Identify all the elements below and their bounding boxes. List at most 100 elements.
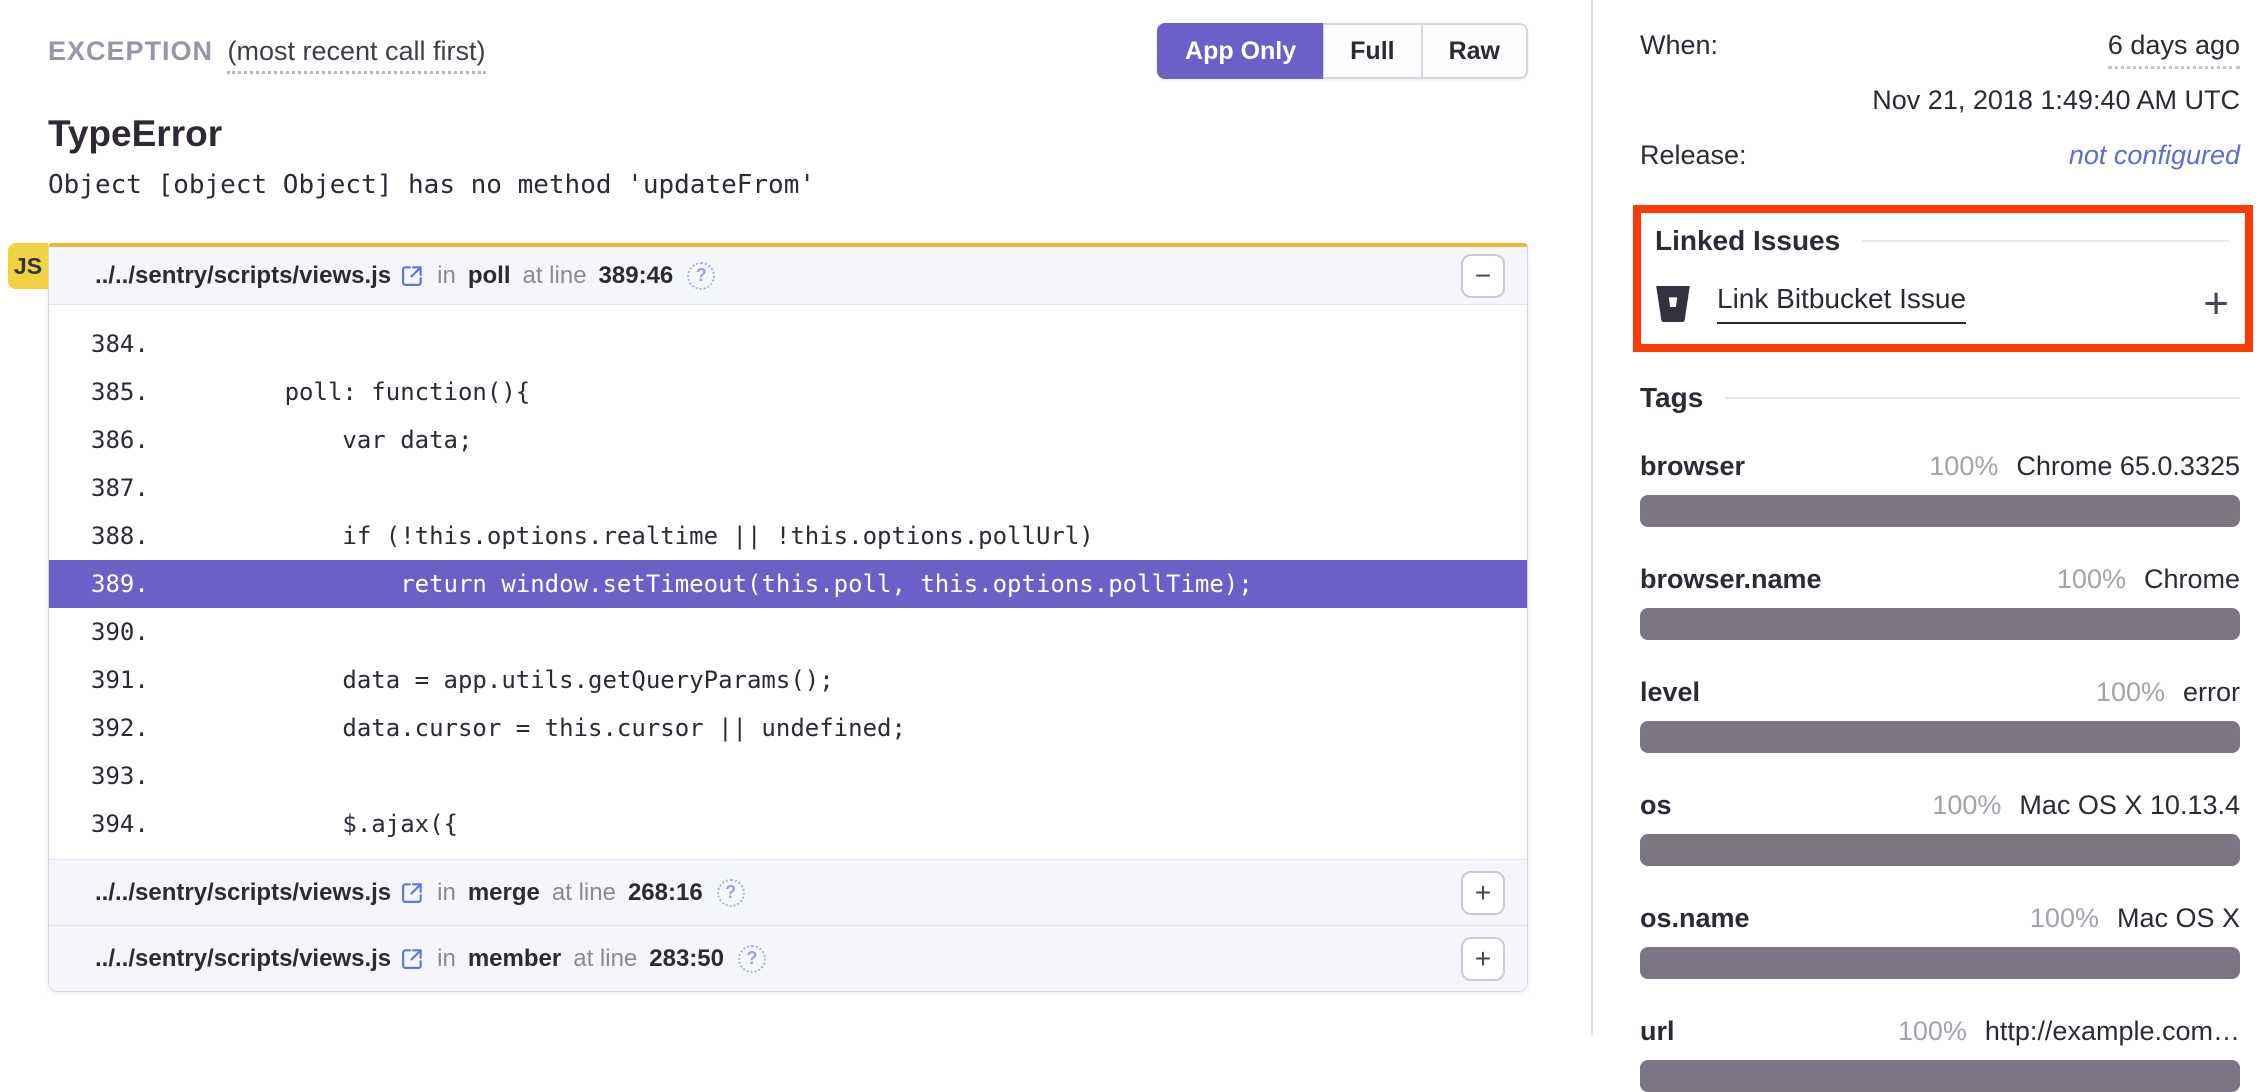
tag-distribution-bar[interactable]	[1640, 721, 2240, 753]
exception-section: EXCEPTION (most recent call first) App O…	[48, 22, 1528, 992]
frame-file-path: ../../sentry/scripts/views.js	[95, 945, 391, 973]
external-link-icon[interactable]	[399, 263, 425, 289]
tag-os: os 100% Mac OS X 10.13.4	[1640, 790, 2240, 866]
tags-title: Tags	[1640, 382, 1703, 414]
release-value-link[interactable]: not configured	[2069, 140, 2240, 171]
tag-percent: 100%	[2057, 564, 2126, 595]
expand-frame-button[interactable]: +	[1461, 937, 1505, 981]
stack-frame-header[interactable]: ../../sentry/scripts/views.js in poll at…	[49, 247, 1527, 305]
tag-name[interactable]: browser.name	[1640, 564, 1822, 595]
code-line: 386. var data;	[49, 416, 1527, 464]
tag-distribution-bar[interactable]	[1640, 608, 2240, 640]
code-line: 392. data.cursor = this.cursor || undefi…	[49, 704, 1527, 752]
stack-frame-collapsed-member[interactable]: ../../sentry/scripts/views.js in member …	[49, 925, 1527, 991]
stack-frame-collapsed-merge[interactable]: ../../sentry/scripts/views.js in merge a…	[49, 859, 1527, 925]
tag-percent: 100%	[1929, 451, 1998, 482]
when-absolute-time: Nov 21, 2018 1:49:40 AM UTC	[1640, 85, 2240, 116]
link-bitbucket-issue-link[interactable]: Link Bitbucket Issue	[1717, 283, 1966, 324]
exception-heading: EXCEPTION (most recent call first)	[48, 36, 486, 67]
frame-in-label: in	[437, 262, 456, 290]
tag-level: level 100% error	[1640, 677, 2240, 753]
frame-line-number: 268:16	[628, 879, 703, 907]
tag-value[interactable]: Mac OS X	[2117, 903, 2240, 934]
toggle-full-button[interactable]: Full	[1323, 23, 1421, 79]
stacktrace-view-toggle: App Only Full Raw	[1157, 23, 1528, 79]
tag-percent: 100%	[1898, 1016, 1967, 1047]
help-icon[interactable]: ?	[687, 262, 715, 290]
tag-name[interactable]: url	[1640, 1016, 1675, 1047]
frame-file-path: ../../sentry/scripts/views.js	[95, 879, 391, 907]
help-icon[interactable]: ?	[717, 879, 745, 907]
frame-function-name: member	[468, 945, 561, 973]
when-relative-time[interactable]: 6 days ago	[2108, 30, 2240, 69]
tag-percent: 100%	[1932, 790, 2001, 821]
tag-distribution-bar[interactable]	[1640, 947, 2240, 979]
code-line: 388. if (!this.options.realtime || !this…	[49, 512, 1527, 560]
linked-issues-highlight-annotation: Linked Issues Link Bitbucket Issue +	[1633, 205, 2253, 352]
frame-function-name: merge	[468, 879, 540, 907]
frame-line-number: 283:50	[649, 945, 724, 973]
error-type: TypeError	[48, 114, 1528, 154]
add-linked-issue-icon[interactable]: +	[2203, 284, 2229, 324]
linked-issues-header: Linked Issues	[1655, 225, 2229, 257]
toggle-raw-button[interactable]: Raw	[1422, 23, 1528, 79]
frame-at-line-label: at line	[523, 262, 587, 290]
code-line: 391. data = app.utils.getQueryParams();	[49, 656, 1527, 704]
tag-value[interactable]: Chrome 65.0.3325	[2016, 451, 2240, 482]
code-line: 394. $.ajax({	[49, 800, 1527, 848]
stacktrace-panel: JS ../../sentry/scripts/views.js in poll…	[48, 243, 1528, 992]
external-link-icon[interactable]	[399, 880, 425, 906]
error-message: Object [object Object] has no method 'up…	[48, 170, 1528, 200]
tag-percent: 100%	[2030, 903, 2099, 934]
tag-distribution-bar[interactable]	[1640, 495, 2240, 527]
platform-js-badge: JS	[8, 243, 48, 289]
tag-browser-name: browser.name 100% Chrome	[1640, 564, 2240, 640]
section-rule	[1725, 397, 2240, 399]
frame-function-name: poll	[468, 262, 511, 290]
code-line: 393.	[49, 752, 1527, 800]
toggle-app-only-button[interactable]: App Only	[1157, 23, 1323, 79]
linked-issues-title: Linked Issues	[1655, 225, 1840, 257]
tag-browser: browser 100% Chrome 65.0.3325	[1640, 451, 2240, 527]
event-sidebar: When: 6 days ago Nov 21, 2018 1:49:40 AM…	[1640, 0, 2240, 1092]
exception-title: EXCEPTION	[48, 36, 213, 66]
tag-distribution-bar[interactable]	[1640, 1060, 2240, 1092]
code-line: 384.	[49, 320, 1527, 368]
code-line-highlighted: 389. return window.setTimeout(this.poll,…	[49, 560, 1527, 608]
code-line: 390.	[49, 608, 1527, 656]
help-icon[interactable]: ?	[738, 945, 766, 973]
tag-value[interactable]: error	[2183, 677, 2240, 708]
tag-url: url 100% http://example.com…	[1640, 1016, 2240, 1092]
tag-name[interactable]: os.name	[1640, 903, 1750, 934]
frame-at-line-label: at line	[552, 879, 616, 907]
tag-value[interactable]: http://example.com…	[1985, 1016, 2240, 1047]
code-line: 387.	[49, 464, 1527, 512]
tag-value[interactable]: Chrome	[2144, 564, 2240, 595]
external-link-icon[interactable]	[399, 946, 425, 972]
code-line: 385. poll: function(){	[49, 368, 1527, 416]
frame-in-label: in	[437, 879, 456, 907]
frame-file-path: ../../sentry/scripts/views.js	[95, 262, 391, 290]
tag-name[interactable]: level	[1640, 677, 1700, 708]
exception-header-row: EXCEPTION (most recent call first) App O…	[48, 22, 1528, 80]
tag-os-name: os.name 100% Mac OS X	[1640, 903, 2240, 979]
tag-distribution-bar[interactable]	[1640, 834, 2240, 866]
tags-header: Tags	[1640, 382, 2240, 414]
expand-frame-button[interactable]: +	[1461, 871, 1505, 915]
collapse-frame-button[interactable]: −	[1461, 254, 1505, 298]
frame-in-label: in	[437, 945, 456, 973]
source-code-context: 384. 385. poll: function(){ 386. var dat…	[49, 305, 1527, 859]
when-label: When:	[1640, 30, 1718, 61]
tag-value[interactable]: Mac OS X 10.13.4	[2019, 790, 2240, 821]
frame-at-line-label: at line	[573, 945, 637, 973]
when-row: When: 6 days ago	[1640, 30, 2240, 69]
tag-name[interactable]: os	[1640, 790, 1672, 821]
bitbucket-icon	[1655, 284, 1691, 324]
release-label: Release:	[1640, 140, 1747, 171]
tag-name[interactable]: browser	[1640, 451, 1745, 482]
link-bitbucket-issue-row[interactable]: Link Bitbucket Issue +	[1655, 283, 2229, 324]
exception-order-hint[interactable]: (most recent call first)	[227, 36, 485, 74]
tag-percent: 100%	[2096, 677, 2165, 708]
release-row: Release: not configured	[1640, 140, 2240, 171]
section-rule	[1862, 240, 2229, 242]
